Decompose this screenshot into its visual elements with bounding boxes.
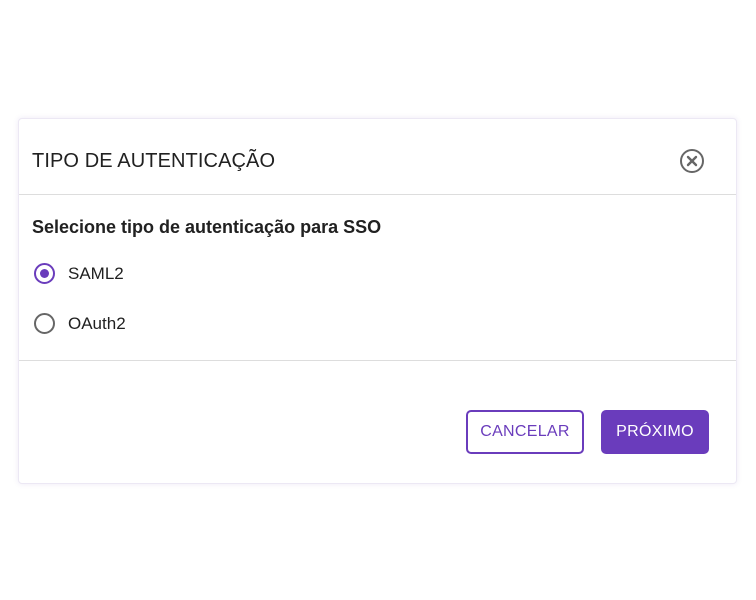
radio-button-checked[interactable] — [34, 263, 55, 284]
dialog-body: Selecione tipo de autenticação para SSO … — [19, 195, 736, 361]
auth-type-dialog: TIPO DE AUTENTICAÇÃO Selecione tipo de a… — [18, 118, 737, 484]
dialog-title: TIPO DE AUTENTICAÇÃO — [32, 150, 276, 172]
close-button[interactable] — [679, 148, 705, 174]
question-label: Selecione tipo de autenticação para SSO — [32, 217, 382, 237]
next-button[interactable]: PRÓXIMO — [601, 410, 709, 454]
radio-option-saml2[interactable]: SAML2 — [34, 263, 124, 284]
dialog-header: TIPO DE AUTENTICAÇÃO — [19, 119, 736, 195]
radio-option-oauth2[interactable]: OAuth2 — [34, 313, 126, 334]
cancel-button[interactable]: CANCELAR — [466, 410, 584, 454]
radio-option-label: SAML2 — [68, 263, 124, 283]
radio-button-unchecked[interactable] — [34, 313, 55, 334]
close-circle-icon — [680, 149, 704, 173]
page: TIPO DE AUTENTICAÇÃO Selecione tipo de a… — [0, 0, 756, 600]
radio-option-label: OAuth2 — [68, 313, 126, 333]
